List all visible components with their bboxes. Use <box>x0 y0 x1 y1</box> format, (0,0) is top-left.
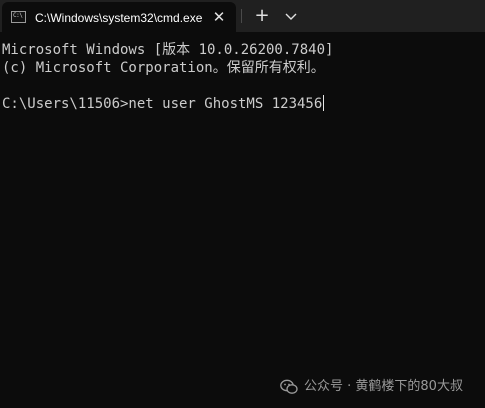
wechat-icon <box>280 379 298 394</box>
watermark-text: 公众号 · 黄鹤楼下的80大叔 <box>304 379 463 394</box>
tab-title: C:\Windows\system32\cmd.exe <box>35 11 203 25</box>
console-prompt-line: C:\Users\11506>net user GhostMS 123456 <box>2 95 325 113</box>
tab-cmd[interactable]: C:\ C:\Windows\system32\cmd.exe ✕ <box>2 2 236 32</box>
new-tab-button[interactable]: + <box>252 6 272 26</box>
chevron-down-icon[interactable] <box>283 7 299 25</box>
console-line-version: Microsoft Windows [版本 10.0.26200.7840] <box>2 42 334 58</box>
console-line-copyright: (c) Microsoft Corporation。保留所有权利。 <box>2 60 325 76</box>
console-output[interactable]: Microsoft Windows [版本 10.0.26200.7840] (… <box>0 32 485 408</box>
terminal-window: C:\ C:\Windows\system32\cmd.exe ✕ + Micr… <box>0 0 485 408</box>
watermark: 公众号 · 黄鹤楼下的80大叔 <box>280 375 463 399</box>
close-icon[interactable]: ✕ <box>211 9 227 25</box>
tab-divider <box>241 9 242 23</box>
cmd-prompt-icon: C:\ <box>11 11 26 23</box>
tab-bar: C:\ C:\Windows\system32\cmd.exe ✕ + <box>0 0 485 32</box>
text-cursor <box>323 95 325 111</box>
console-command: C:\Users\11506>net user GhostMS 123456 <box>2 96 323 112</box>
